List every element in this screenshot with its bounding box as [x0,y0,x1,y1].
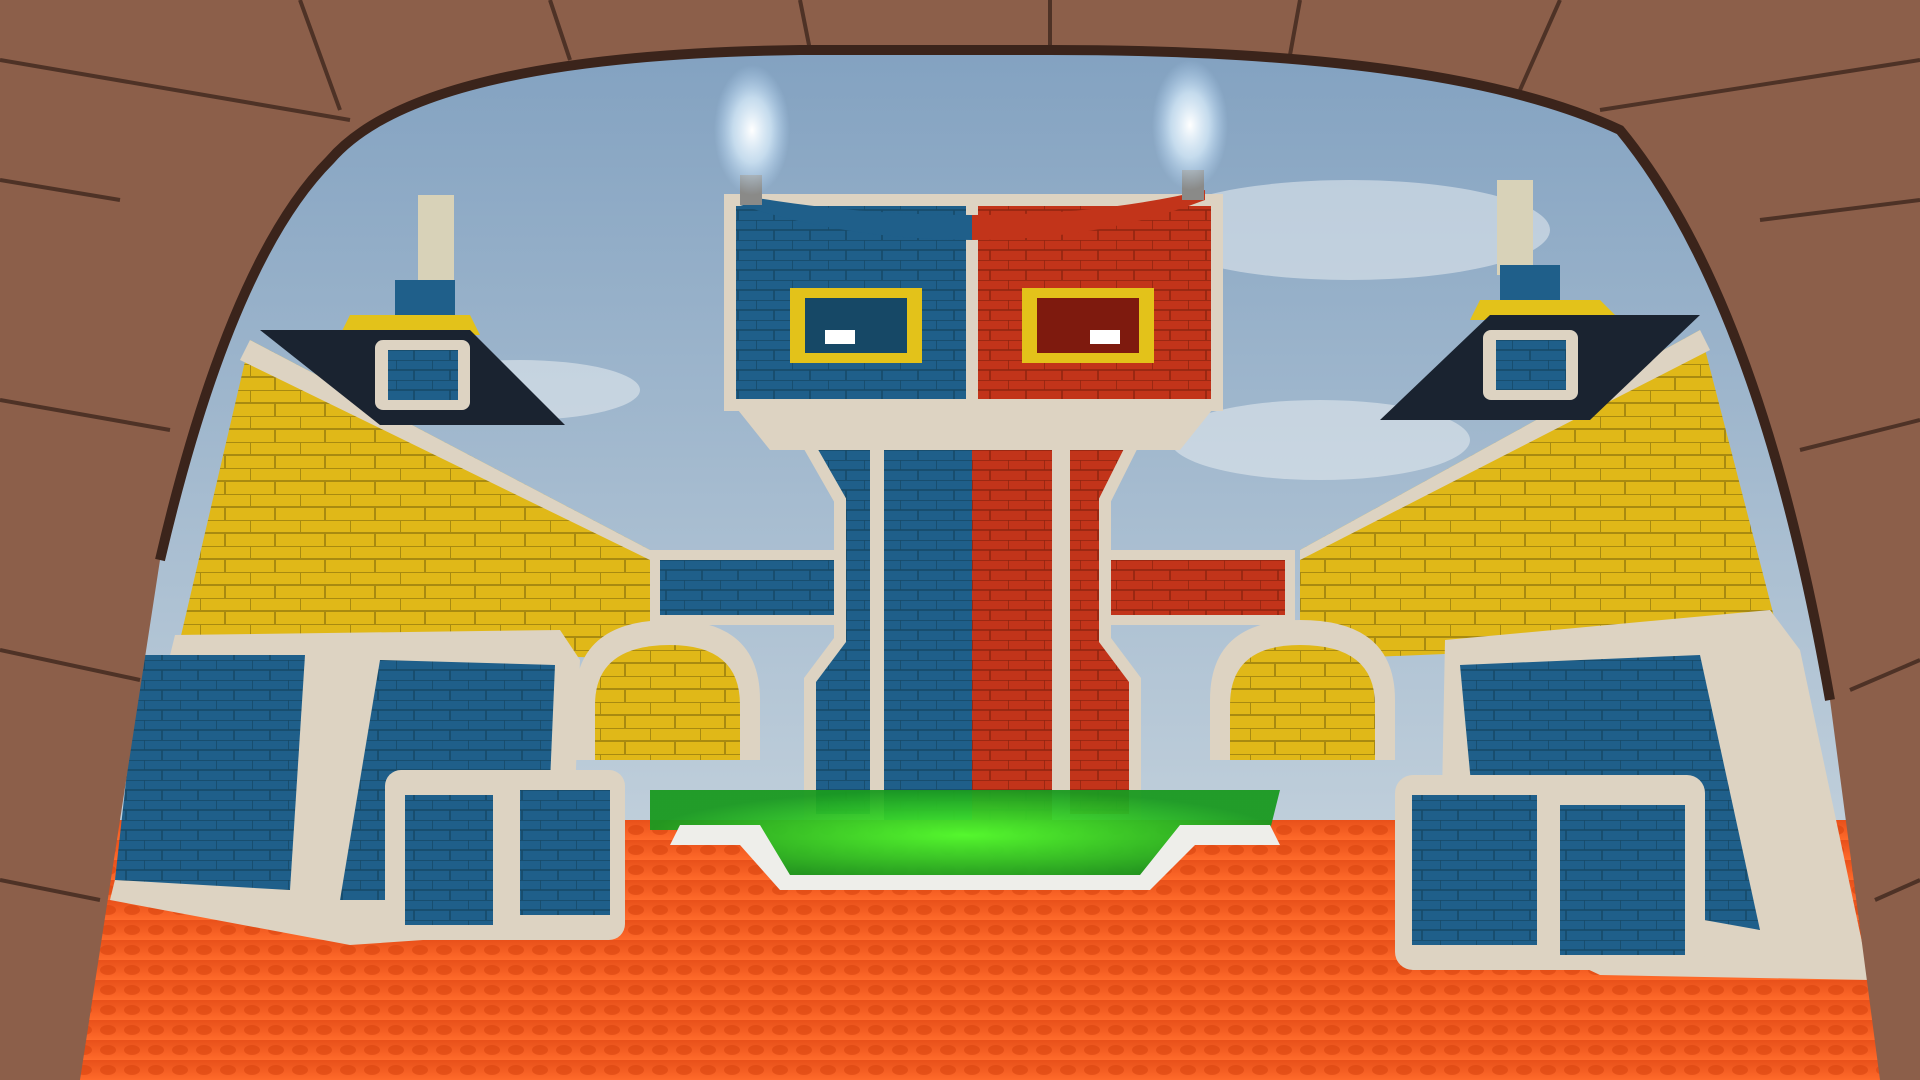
right-eye-light [1090,330,1120,344]
right-light-glow [1152,60,1228,190]
left-eye [790,288,922,363]
tower-trunk-blue [880,420,972,820]
left-arch-passage [575,620,760,760]
right-small-block [1395,775,1705,970]
tower-right-trim [1052,420,1066,820]
left-large-block-face-front [115,655,305,890]
right-small-block-face-front [1412,795,1537,945]
right-eye-socket [1037,298,1139,353]
left-eye-socket [805,298,907,353]
right-arch-interior [1230,645,1375,760]
right-eye [1022,288,1154,363]
left-light-glow [714,65,790,195]
tower-trunk-red [972,420,1064,820]
game-viewport[interactable] [0,0,1920,1080]
left-eye-light [825,330,855,344]
right-small-block-face-side [1560,805,1685,955]
right-pagoda-block-face [1496,340,1566,390]
left-chimney [418,195,454,285]
right-chimney [1497,180,1533,275]
tower-left-trim [870,420,884,820]
left-small-block [385,770,625,940]
left-small-block-face-side [520,790,610,915]
scene-canvas [0,0,1920,1080]
right-arch-passage [1210,620,1395,760]
left-pagoda-block-face [388,350,458,400]
left-arch-interior [595,645,740,760]
left-small-block-face-front [405,795,493,925]
